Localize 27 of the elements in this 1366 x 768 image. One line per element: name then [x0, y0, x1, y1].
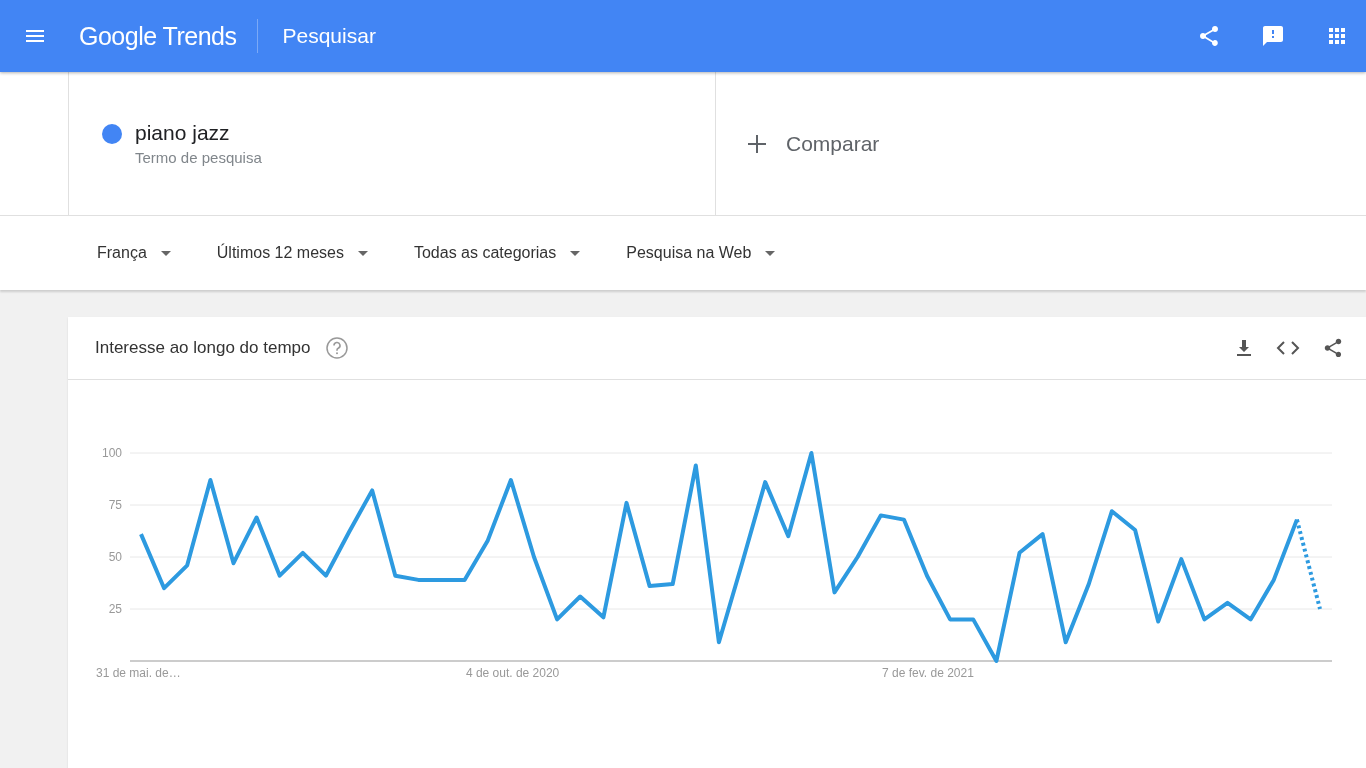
caret-icon	[765, 250, 776, 256]
caret-icon	[357, 250, 368, 256]
plus-icon	[748, 134, 766, 153]
x-tick-label: 31 de mai. de…	[96, 666, 181, 680]
caret-icon	[160, 250, 171, 256]
y-tick-label: 100	[101, 446, 122, 460]
help-icon[interactable]	[326, 337, 349, 359]
term-subtitle: Termo de pesquisa	[135, 149, 262, 166]
search-term[interactable]: piano jazz	[135, 121, 262, 145]
caret-icon	[570, 250, 581, 256]
filter-dropdown[interactable]: Todas as categorias	[413, 244, 581, 262]
share-icon[interactable]	[1322, 337, 1344, 359]
y-tick-label: 25	[108, 602, 122, 616]
feedback-icon[interactable]	[1261, 24, 1285, 48]
x-tick-label: 4 de out. de 2020	[465, 666, 560, 680]
y-tick-label: 75	[108, 498, 122, 512]
y-tick-label: 50	[108, 550, 122, 564]
filter-dropdown[interactable]: França	[97, 244, 171, 262]
filter-dropdown[interactable]: Últimos 12 meses	[216, 244, 368, 262]
card-title: Interesse ao longo do tempo	[95, 338, 311, 358]
download-icon[interactable]	[1234, 338, 1254, 358]
share-icon[interactable]	[1197, 24, 1221, 48]
app-logo[interactable]: Google Trends	[79, 19, 258, 53]
compare-button[interactable]: Comparar	[716, 72, 1366, 215]
filter-dropdown[interactable]: Pesquisa na Web	[626, 244, 776, 262]
section-title: Pesquisar	[282, 24, 376, 48]
x-tick-label: 7 de fev. de 2021	[882, 666, 974, 680]
